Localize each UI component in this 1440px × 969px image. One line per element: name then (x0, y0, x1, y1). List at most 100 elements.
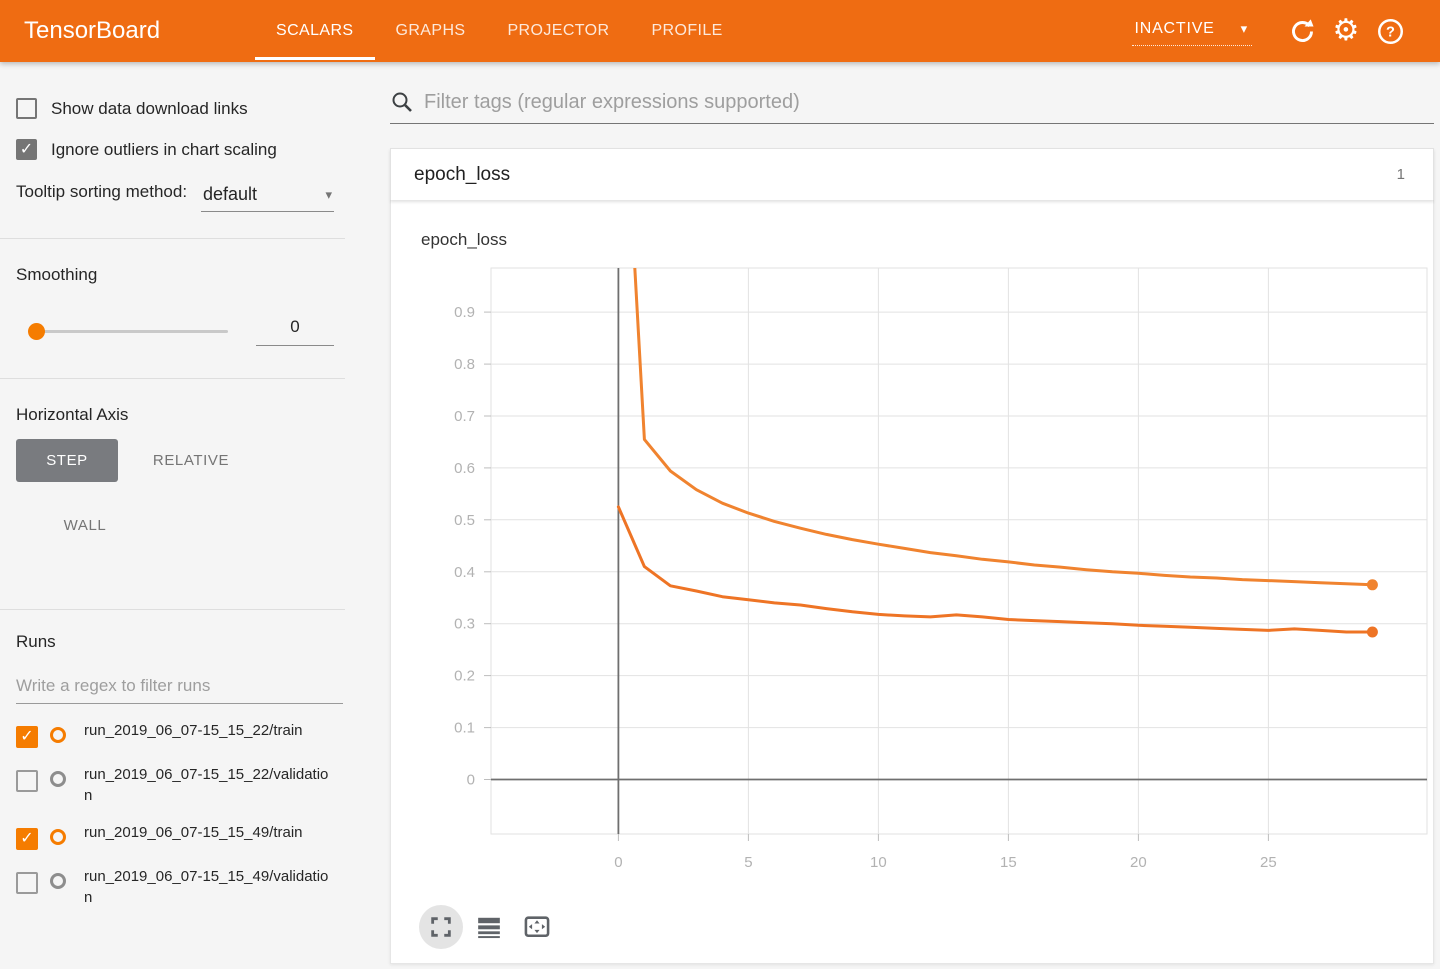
y-tick-label: 0.2 (454, 668, 475, 685)
fit-domain-button[interactable] (515, 905, 559, 949)
tag-filter-input[interactable] (424, 91, 1384, 114)
x-tick-label: 25 (1260, 854, 1277, 871)
checkbox-label: Ignore outliers in chart scaling (51, 140, 277, 160)
series-endpoint-1[interactable] (1367, 627, 1378, 638)
axis-wall-button[interactable]: WALL (34, 504, 136, 547)
tag-group-header[interactable]: epoch_loss 1 (390, 148, 1434, 200)
gear-icon: ⚙ (1333, 16, 1360, 46)
topbar-actions: INACTIVE ▾ ⚙ ? (1132, 0, 1412, 62)
check-icon: ✓ (20, 729, 33, 745)
runs-filter-input[interactable] (16, 676, 331, 696)
axis-relative-button[interactable]: RELATIVE (140, 439, 242, 482)
button-label: STEP (46, 452, 88, 469)
run-name: run_2019_06_07-15_15_49/train (84, 822, 334, 843)
x-tick-label: 5 (744, 854, 752, 871)
run-item: ✓ run_2019_06_07-15_15_22/train (16, 720, 345, 748)
chart-toolbar (419, 905, 1433, 949)
help-icon: ? (1377, 18, 1404, 45)
checkbox[interactable]: ✓ (16, 98, 37, 119)
check-icon: ✓ (20, 831, 33, 847)
fit-to-data-icon (523, 913, 551, 941)
search-icon (390, 90, 414, 114)
log-scale-button[interactable] (467, 905, 511, 949)
checkbox-label: Show data download links (51, 99, 248, 119)
smoothing-value[interactable]: 0 (256, 317, 334, 346)
tooltip-sorting-label: Tooltip sorting method: (16, 180, 201, 212)
chart-title: epoch_loss (421, 230, 1433, 250)
series-endpoint-0[interactable] (1367, 579, 1378, 590)
y-tick-label: 0.9 (454, 304, 475, 321)
run-name: run_2019_06_07-15_15_22/validation (84, 764, 334, 806)
tab-projector[interactable]: PROJECTOR (486, 0, 630, 62)
settings-button[interactable]: ⚙ (1324, 9, 1368, 53)
y-tick-label: 0.6 (454, 460, 475, 477)
tab-label: PROJECTOR (507, 22, 609, 40)
run-name: run_2019_06_07-15_15_22/train (84, 720, 334, 741)
ignore-outliers-checkbox-row[interactable]: ✓ Ignore outliers in chart scaling (16, 139, 345, 160)
run-item: ✓ run_2019_06_07-15_15_49/train (16, 822, 345, 850)
x-tick-label: 0 (614, 854, 622, 871)
y-tick-label: 0.8 (454, 356, 475, 373)
tag-group-title: epoch_loss (414, 164, 510, 186)
show-download-links-checkbox-row[interactable]: ✓ Show data download links (16, 98, 345, 119)
app-title: TensorBoard (24, 17, 199, 45)
chart-card: epoch_loss 00.10.20.30.40.50.60.70.80.90… (390, 200, 1434, 964)
tab-graphs[interactable]: GRAPHS (375, 0, 487, 62)
svg-text:?: ? (1386, 24, 1395, 40)
runs-label: Runs (16, 632, 345, 652)
y-tick-label: 0.1 (454, 720, 475, 737)
slider-thumb[interactable] (28, 323, 45, 340)
tab-label: SCALARS (276, 22, 354, 40)
tab-scalars[interactable]: SCALARS (255, 0, 375, 62)
run-color-circle[interactable] (50, 727, 66, 743)
run-color-circle[interactable] (50, 829, 66, 845)
tag-group-count: 1 (1397, 166, 1405, 183)
settings-sidebar: ✓ Show data download links ✓ Ignore outl… (0, 62, 345, 969)
loss-chart[interactable]: 0 0.1 0.2 0.3 0.4 0.5 0.6 0.7 0.8 0.9 0 5 10 15 20 25 (391, 256, 1433, 901)
chevron-down-icon: ▾ (325, 187, 332, 203)
fullscreen-icon (428, 914, 454, 940)
expand-chart-button[interactable] (419, 905, 463, 949)
smoothing-slider[interactable] (30, 330, 228, 333)
run-name: run_2019_06_07-15_15_49/validation (84, 866, 334, 908)
status-dropdown[interactable]: INACTIVE ▾ (1132, 16, 1252, 46)
log-scale-icon (476, 914, 502, 940)
y-tick-label: 0.3 (454, 616, 475, 633)
y-tick-label: 0.5 (454, 512, 475, 529)
button-label: WALL (64, 517, 107, 534)
axis-step-button[interactable]: STEP (16, 439, 118, 482)
y-tick-label: 0.7 (454, 408, 475, 425)
tooltip-sorting-dropdown[interactable]: default ▾ (201, 182, 334, 212)
checkbox[interactable]: ✓ (16, 139, 37, 160)
main-tabs: SCALARS GRAPHS PROJECTOR PROFILE (255, 0, 744, 62)
smoothing-label: Smoothing (16, 265, 345, 285)
x-tick-label: 20 (1130, 854, 1147, 871)
refresh-icon (1289, 18, 1316, 45)
help-button[interactable]: ? (1368, 9, 1412, 53)
button-label: RELATIVE (153, 452, 229, 469)
run-item: ✓ run_2019_06_07-15_15_49/validation (16, 866, 345, 908)
x-tick-label: 15 (1000, 854, 1017, 871)
plot-area (491, 268, 1427, 834)
chevron-down-icon: ▾ (1241, 21, 1248, 37)
run-checkbox[interactable]: ✓ (16, 872, 38, 894)
run-color-circle[interactable] (50, 873, 66, 889)
main-content: epoch_loss 1 epoch_loss 0 0.1 0.2 0.3 0.4 0.5… (390, 62, 1434, 969)
run-color-circle[interactable] (50, 771, 66, 787)
run-checkbox[interactable]: ✓ (16, 770, 38, 792)
dropdown-value: default (203, 184, 257, 205)
y-tick-label: 0.4 (454, 564, 475, 581)
x-tick-label: 10 (870, 854, 887, 871)
run-checkbox[interactable]: ✓ (16, 828, 38, 850)
refresh-button[interactable] (1280, 9, 1324, 53)
check-icon: ✓ (20, 142, 33, 158)
tab-label: GRAPHS (396, 22, 466, 40)
run-item: ✓ run_2019_06_07-15_15_22/validation (16, 764, 345, 806)
run-checkbox[interactable]: ✓ (16, 726, 38, 748)
top-bar: TensorBoard SCALARS GRAPHS PROJECTOR PRO… (0, 0, 1440, 62)
tab-profile[interactable]: PROFILE (630, 0, 743, 62)
y-tick-label: 0 (467, 772, 475, 789)
status-value: INACTIVE (1134, 20, 1214, 38)
horizontal-axis-label: Horizontal Axis (16, 405, 345, 425)
run-list: ✓ run_2019_06_07-15_15_22/train ✓ run_20… (16, 720, 345, 908)
